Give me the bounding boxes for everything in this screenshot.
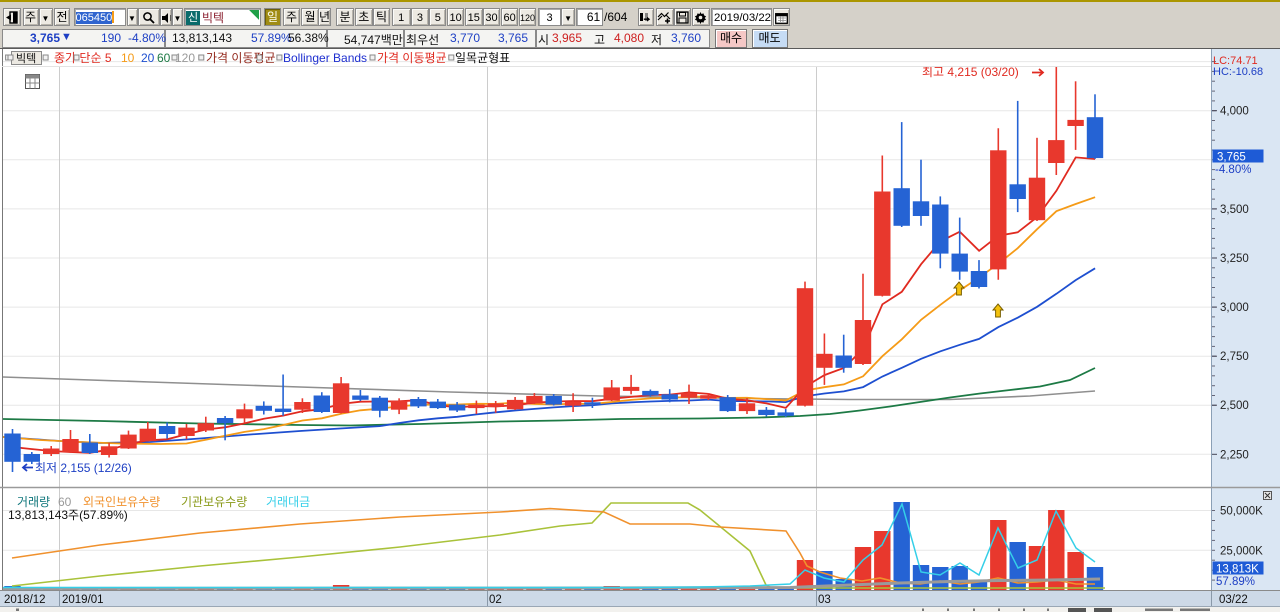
svg-text:03: 03 [818, 594, 831, 606]
svg-text:Bollinger Bands: Bollinger Bands [283, 51, 367, 65]
svg-text:03/22: 03/22 [1219, 594, 1248, 606]
svg-text:2018/12: 2018/12 [4, 594, 46, 606]
svg-text:거래량: 거래량 [17, 495, 50, 509]
svg-text:50,000K: 50,000K [1220, 506, 1263, 518]
svg-text:4,000: 4,000 [1220, 106, 1249, 118]
svg-text:57.89%: 57.89% [1216, 576, 1255, 588]
svg-text:2,250: 2,250 [1220, 449, 1249, 461]
svg-text:2,500: 2,500 [1220, 400, 1249, 412]
svg-text:종가 단순 5: 종가 단순 5 [54, 51, 112, 65]
svg-text:최고 4,215 (03/20): 최고 4,215 (03/20) [922, 65, 1019, 79]
svg-text:3,000: 3,000 [1220, 302, 1249, 314]
svg-text:일목균형표: 일목균형표 [455, 51, 510, 65]
svg-text:13,813K: 13,813K [1216, 564, 1259, 576]
svg-text:10: 10 [121, 51, 135, 65]
svg-text:02: 02 [489, 594, 502, 606]
svg-text:2,750: 2,750 [1220, 351, 1249, 363]
svg-text:빅텍: 빅텍 [16, 52, 36, 65]
svg-text:3,250: 3,250 [1220, 253, 1249, 265]
svg-text:3,500: 3,500 [1220, 204, 1249, 216]
svg-text:가격 이동평균: 가격 이동평균 [206, 51, 276, 65]
svg-text:20: 20 [141, 51, 155, 65]
svg-text:거래대금: 거래대금 [266, 495, 310, 509]
svg-text:60: 60 [58, 495, 72, 509]
svg-text:120: 120 [175, 51, 195, 65]
svg-text:2019/01: 2019/01 [62, 594, 104, 606]
svg-text:기관보유수량: 기관보유수량 [181, 495, 247, 509]
svg-text:최저 2,155 (12/26): 최저 2,155 (12/26) [35, 461, 132, 475]
svg-text:60: 60 [157, 51, 171, 65]
svg-text:외국인보유수량: 외국인보유수량 [83, 495, 160, 509]
svg-text:25,000K: 25,000K [1220, 545, 1263, 557]
svg-text:3,765: 3,765 [1217, 152, 1246, 164]
svg-text:-4.80%: -4.80% [1215, 164, 1251, 176]
svg-text:13,813,143주(57.89%): 13,813,143주(57.89%) [8, 508, 128, 522]
svg-text:가격 이동평균: 가격 이동평균 [377, 51, 447, 65]
svg-text:HC:-10.68: HC:-10.68 [1213, 66, 1263, 78]
